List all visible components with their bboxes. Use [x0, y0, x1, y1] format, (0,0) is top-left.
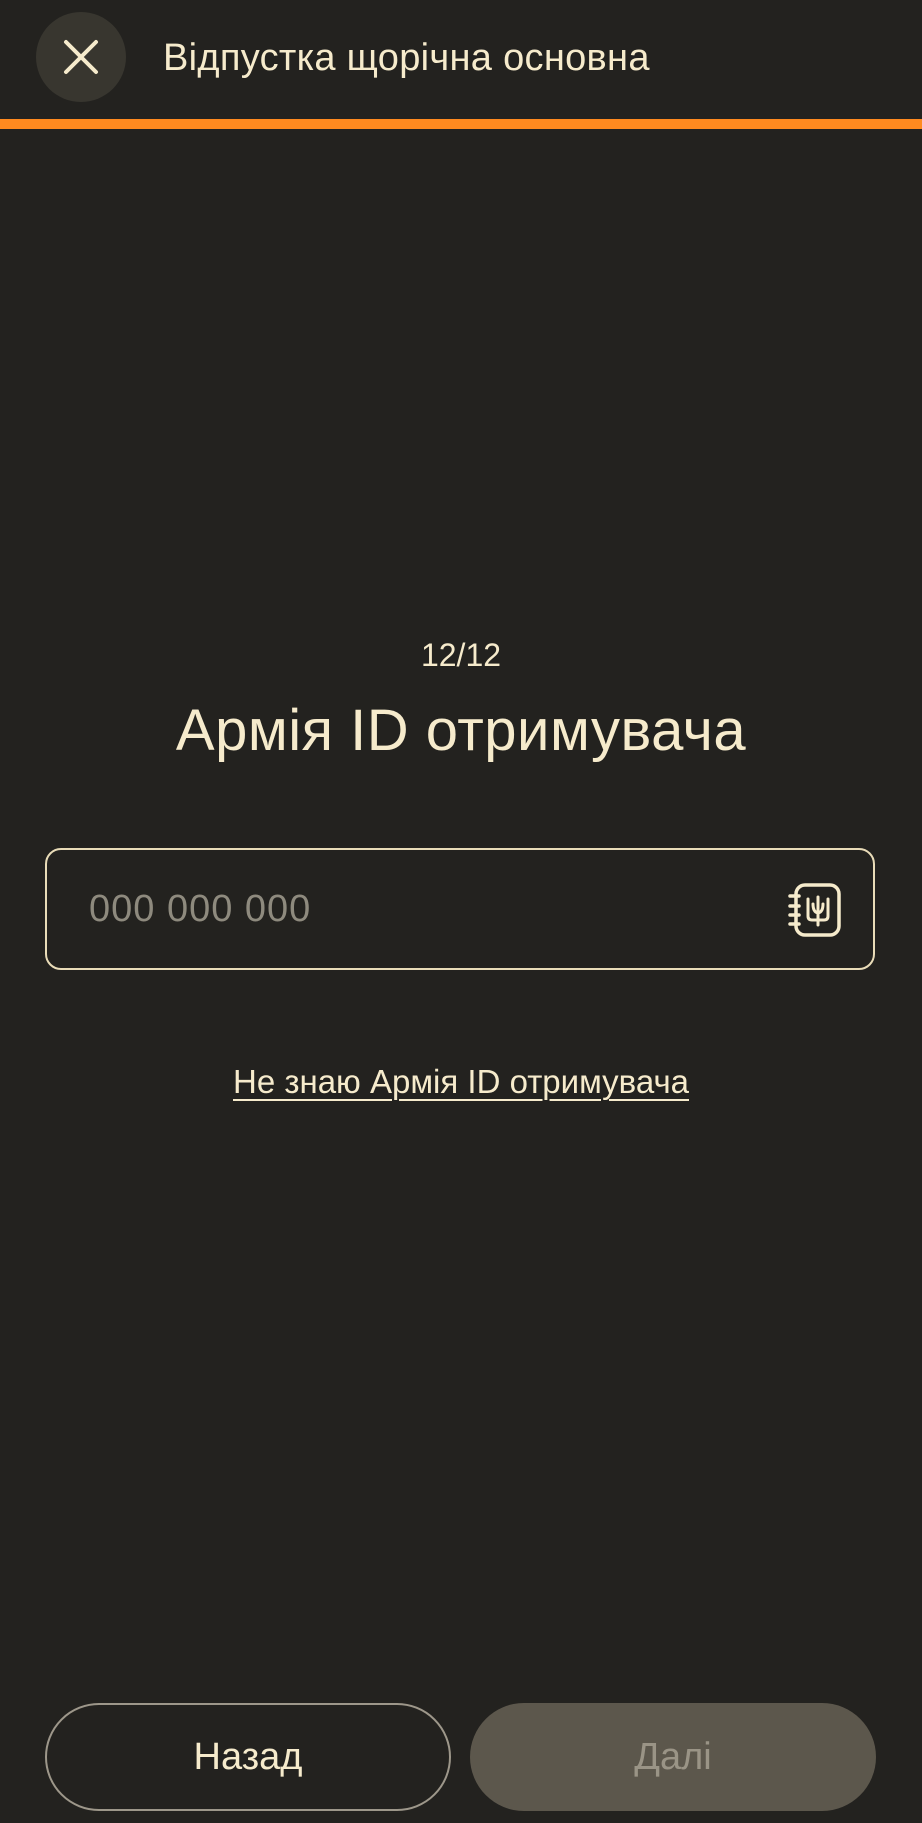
close-button[interactable] — [36, 12, 126, 102]
page-title: Армія ID отримувача — [175, 698, 747, 763]
dont-know-army-id-link[interactable]: Не знаю Армія ID отримувача — [233, 1063, 689, 1100]
next-button[interactable]: Далі — [470, 1703, 876, 1811]
army-id-input[interactable] — [89, 850, 749, 968]
dont-know-army-id-container: Не знаю Армія ID отримувача — [0, 1060, 922, 1104]
progress-bar-fill — [0, 119, 922, 129]
army-id-card-icon[interactable] — [787, 882, 843, 938]
back-button[interactable]: Назад — [45, 1703, 451, 1811]
top-bar: Відпустка щорічна основна — [0, 0, 922, 120]
page-header-title: Відпустка щорічна основна — [163, 37, 650, 79]
army-id-field[interactable] — [45, 848, 875, 970]
progress-bar — [0, 119, 922, 129]
close-icon — [64, 40, 98, 74]
step-counter: 12/12 — [420, 637, 502, 673]
